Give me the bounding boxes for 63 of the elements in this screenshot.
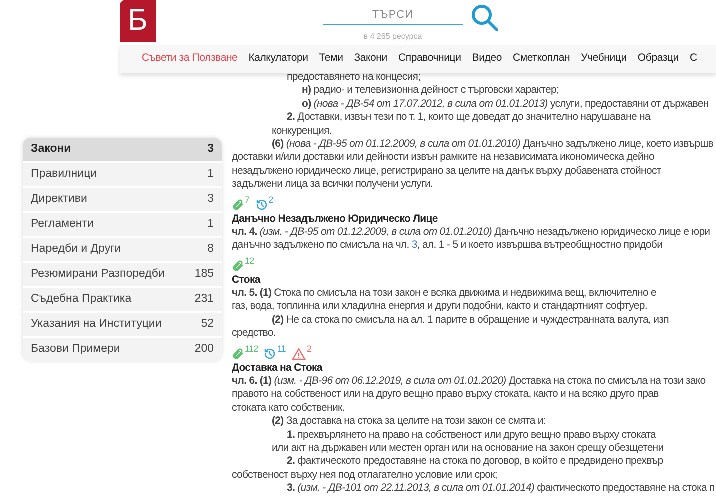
- law-text-line: чл. 6. (1) (изм. - ДВ-96 от 06.12.2019, в сила от 01.01.2020) Доставка на стока по смисъла на този зако: [232, 375, 706, 388]
- category-item[interactable]: Указания на Институции 52: [23, 313, 222, 336]
- law-text-line: (6) (нова - ДВ-95 от 01.12.2009, в сила от 01.01.2010) Данъчно задължено лице, което извършв: [272, 138, 714, 150]
- law-text-line: 3. (изм. - ДВ-101 от 22.11.2013, в сила от 01.01.2014) фактическото предоставяне на стока п: [287, 482, 715, 494]
- nav-link[interactable]: Учебници: [581, 51, 627, 67]
- warning-icon: [292, 348, 306, 360]
- article-link[interactable]: 3: [412, 239, 418, 252]
- search-field[interactable]: ТЪРСИ: [323, 6, 463, 25]
- category-item[interactable]: Резюмирани Разпоредби 185: [23, 263, 222, 286]
- section-heading: Доставка на Стока: [232, 362, 324, 376]
- law-text-line: конкуренция.: [272, 124, 332, 137]
- law-text-line: незадължено юридическо лице, регистрирано за целите на данък върху добавената стойност: [232, 164, 662, 177]
- category-item[interactable]: Директиви 3: [23, 188, 222, 211]
- law-text-line: газ, вода, топлинна или хладилна енергия и други подобни, както и стандартният софтуер.: [232, 300, 648, 312]
- law-text-line: доставки и/или доставки или дейности извън рамките на независимата икономическа дейно: [232, 151, 654, 164]
- section-heading: Стока: [232, 274, 262, 288]
- category-item[interactable]: Наредби и Други 8: [23, 238, 222, 261]
- count-label: 2: [268, 196, 274, 205]
- count-label: 112: [245, 344, 258, 354]
- law-text-line: н) радио- и телевизионна дейност с търговски характер;: [302, 84, 560, 96]
- law-text-line: задължени лица за всички получени услуги.: [232, 178, 434, 190]
- law-text-line: чл. 4. (изм. - ДВ-95 от 01.12.2009, в сила от 01.01.2010) Данъчно незадължено юридическо лице е юри: [232, 226, 710, 238]
- count-label: 2: [306, 344, 312, 354]
- paperclip-icon: [232, 198, 244, 211]
- nav-link[interactable]: Сметкоплан: [512, 51, 570, 67]
- nav-link[interactable]: Видео: [472, 51, 502, 67]
- law-text-line: средство.: [232, 327, 276, 340]
- law-text-line: 2. Доставки, извън тези по т. 1, които ще доведат до значително нарушаване на: [287, 111, 650, 124]
- paperclip-icon: [232, 348, 244, 360]
- count-label: 12: [245, 256, 254, 266]
- history-icon: [256, 198, 268, 211]
- category-item[interactable]: Базови Примери 200: [23, 338, 222, 361]
- logo[interactable]: Б: [120, 0, 156, 42]
- law-text-line: о) (нова - ДВ-54 от 17.07.2012, в сила от 01.01.2013) услуги, предоставяни от държавен: [302, 98, 709, 110]
- law-text-line: чл. 5. (1) Стока по смисъла на този закон е всяка движима и недвижима вещ, включително е: [232, 287, 657, 300]
- nav-link[interactable]: Справочници: [398, 51, 462, 67]
- paperclip-icon: [232, 260, 244, 272]
- nav-link[interactable]: Калкулатори: [248, 51, 308, 67]
- history-icon: [264, 348, 276, 360]
- law-text-line: 2. фактическото предоставяне на стока по договор, в който е предвидено прехвър: [287, 455, 664, 468]
- count-label: 7: [245, 196, 250, 205]
- nav-link[interactable]: Образци: [638, 51, 679, 67]
- category-item[interactable]: Регламенти 1: [23, 213, 222, 236]
- law-text-line: предоставянето на концесия;: [287, 71, 421, 83]
- nav-link[interactable]: Теми: [319, 51, 344, 67]
- category-item[interactable]: Съдебна Практика 231: [23, 288, 222, 311]
- resource-count: в 4 265 ресурса: [364, 31, 422, 43]
- law-text-line: данъчно задължено по смисъла на чл. 3, ал. 1 - 5 и което извършва вътреобщностно придоби: [232, 239, 663, 252]
- section-heading: Данъчно Незадължено Юридическо Лице: [232, 212, 439, 226]
- search-icon[interactable]: [471, 4, 499, 32]
- category-item[interactable]: Правилници 1: [23, 163, 222, 186]
- law-text-line: 1. прехвърлянето на право на собственост или друго вещно право върху стоката: [287, 428, 656, 441]
- category-item[interactable]: Закони 3: [23, 138, 222, 161]
- law-text-line: (2) За доставка на стока за целите на този закон се смята и:: [272, 415, 546, 428]
- law-text-line: собственост върху нея под отлагателно условие или срок;: [232, 468, 498, 481]
- nav-link[interactable]: С: [690, 51, 698, 67]
- law-text-line: или акт на държавен или местен орган или на основание на закон срещу обезщетени: [272, 442, 664, 454]
- law-text-line: (2) Не са стока по смисъла на ал. 1 парите в обращение и чуждестранната валута, изп: [272, 314, 669, 326]
- law-text-line: стоката като собственик.: [232, 402, 345, 414]
- nav-link[interactable]: Съвети за Ползване: [142, 51, 238, 67]
- count-label: 11: [277, 344, 286, 354]
- nav-link[interactable]: Закони: [354, 51, 388, 67]
- law-text-line: правото на собственост или на друго вещно право върху стоката, както и на всяко друго прав: [232, 388, 659, 400]
